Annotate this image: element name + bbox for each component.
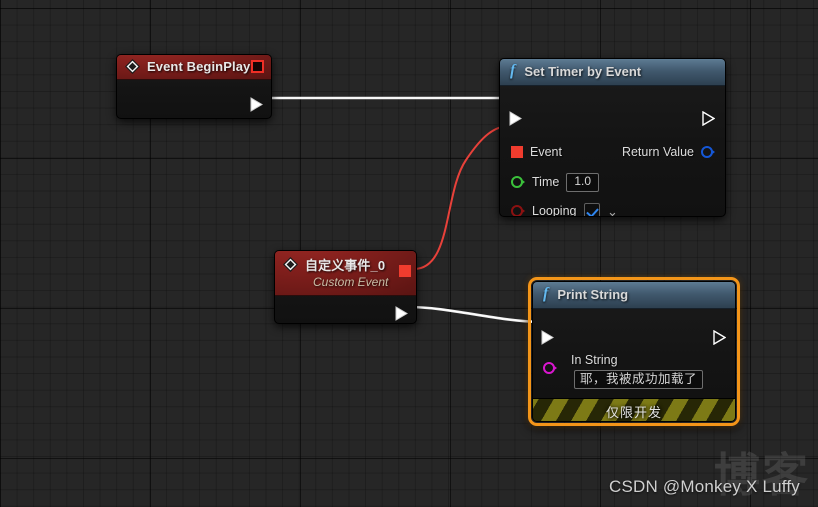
pin-label-time: Time (532, 175, 560, 190)
node-title-event-begin-play: Event BeginPlay (147, 59, 251, 74)
node-custom-event[interactable]: 自定义事件_0 Custom Event (274, 250, 417, 324)
struct-pin-return-value[interactable] (701, 146, 715, 158)
looping-checkbox[interactable] (583, 203, 600, 216)
input-pin-row-time[interactable]: Time 1.0 (511, 173, 600, 192)
exec-in-pin-set-timer[interactable] (509, 111, 522, 126)
in-string-value-field[interactable]: 耶，我被成功加载了 (574, 370, 704, 390)
wire-exec-customevent-to-printstring (406, 305, 542, 324)
input-pin-row-event[interactable]: Event (511, 145, 562, 159)
delegate-output-pin-custom-event[interactable] (399, 265, 411, 277)
output-pin-row-return-value[interactable]: Return Value (622, 145, 715, 159)
delegate-pin-event[interactable] (511, 146, 523, 158)
wire-delegate-customevent-to-settimer (413, 124, 513, 270)
string-pin-in-string[interactable] (543, 362, 557, 374)
node-header-set-timer-by-event[interactable]: f Set Timer by Event (500, 59, 725, 86)
node-title-print-string: Print String (557, 287, 629, 302)
input-pin-row-looping[interactable]: Looping (511, 203, 600, 217)
wire-exec-customevent-to-printstring-core (407, 306, 541, 323)
node-title-custom-event: 自定义事件_0 (305, 258, 386, 273)
bool-pin-looping[interactable] (511, 205, 525, 216)
node-header-custom-event[interactable]: 自定义事件_0 Custom Event (275, 251, 416, 296)
pin-label-event: Event (530, 145, 562, 159)
float-pin-time[interactable] (511, 176, 525, 189)
node-header-print-string[interactable]: f Print String (533, 282, 735, 309)
pin-label-looping: Looping (532, 204, 577, 217)
expand-chevron-set-timer[interactable]: ⌄ (607, 206, 618, 216)
function-f-icon: f (510, 62, 516, 79)
development-only-label: 仅限开发 (605, 404, 662, 420)
delegate-output-pin-begin-play[interactable] (251, 60, 264, 73)
node-header-event-begin-play[interactable]: Event BeginPlay (117, 55, 271, 80)
development-only-banner: 仅限开发 (533, 398, 735, 421)
blueprint-graph-canvas[interactable]: Event BeginPlay f Set Timer by Event Eve… (0, 0, 818, 507)
pin-label-return-value: Return Value (621, 145, 694, 159)
node-subtitle-custom-event: Custom Event (313, 275, 389, 289)
node-event-begin-play[interactable]: Event BeginPlay (116, 54, 272, 119)
exec-out-pin-set-timer[interactable] (702, 110, 716, 127)
watermark-text: CSDN @Monkey X Luffy (608, 477, 800, 496)
time-value-field[interactable]: 1.0 (566, 173, 600, 192)
event-diamond-icon (283, 257, 298, 272)
function-f-icon: f (543, 285, 549, 302)
exec-in-pin-print-string[interactable] (541, 330, 554, 345)
node-set-timer-by-event[interactable]: f Set Timer by Event Event Return Value … (499, 58, 726, 217)
node-print-string[interactable]: f Print String In String 耶，我被成功加载了 仅限开发 (532, 281, 736, 422)
event-diamond-icon (125, 59, 140, 74)
exec-out-pin-begin-play[interactable] (250, 97, 263, 112)
selection-outline-print-string: f Print String In String 耶，我被成功加载了 仅限开发 (528, 277, 740, 426)
pin-label-in-string: In String (571, 353, 618, 367)
exec-out-pin-print-string[interactable] (713, 329, 727, 346)
node-title-set-timer-by-event: Set Timer by Event (524, 64, 642, 79)
exec-out-pin-custom-event[interactable] (395, 306, 408, 321)
